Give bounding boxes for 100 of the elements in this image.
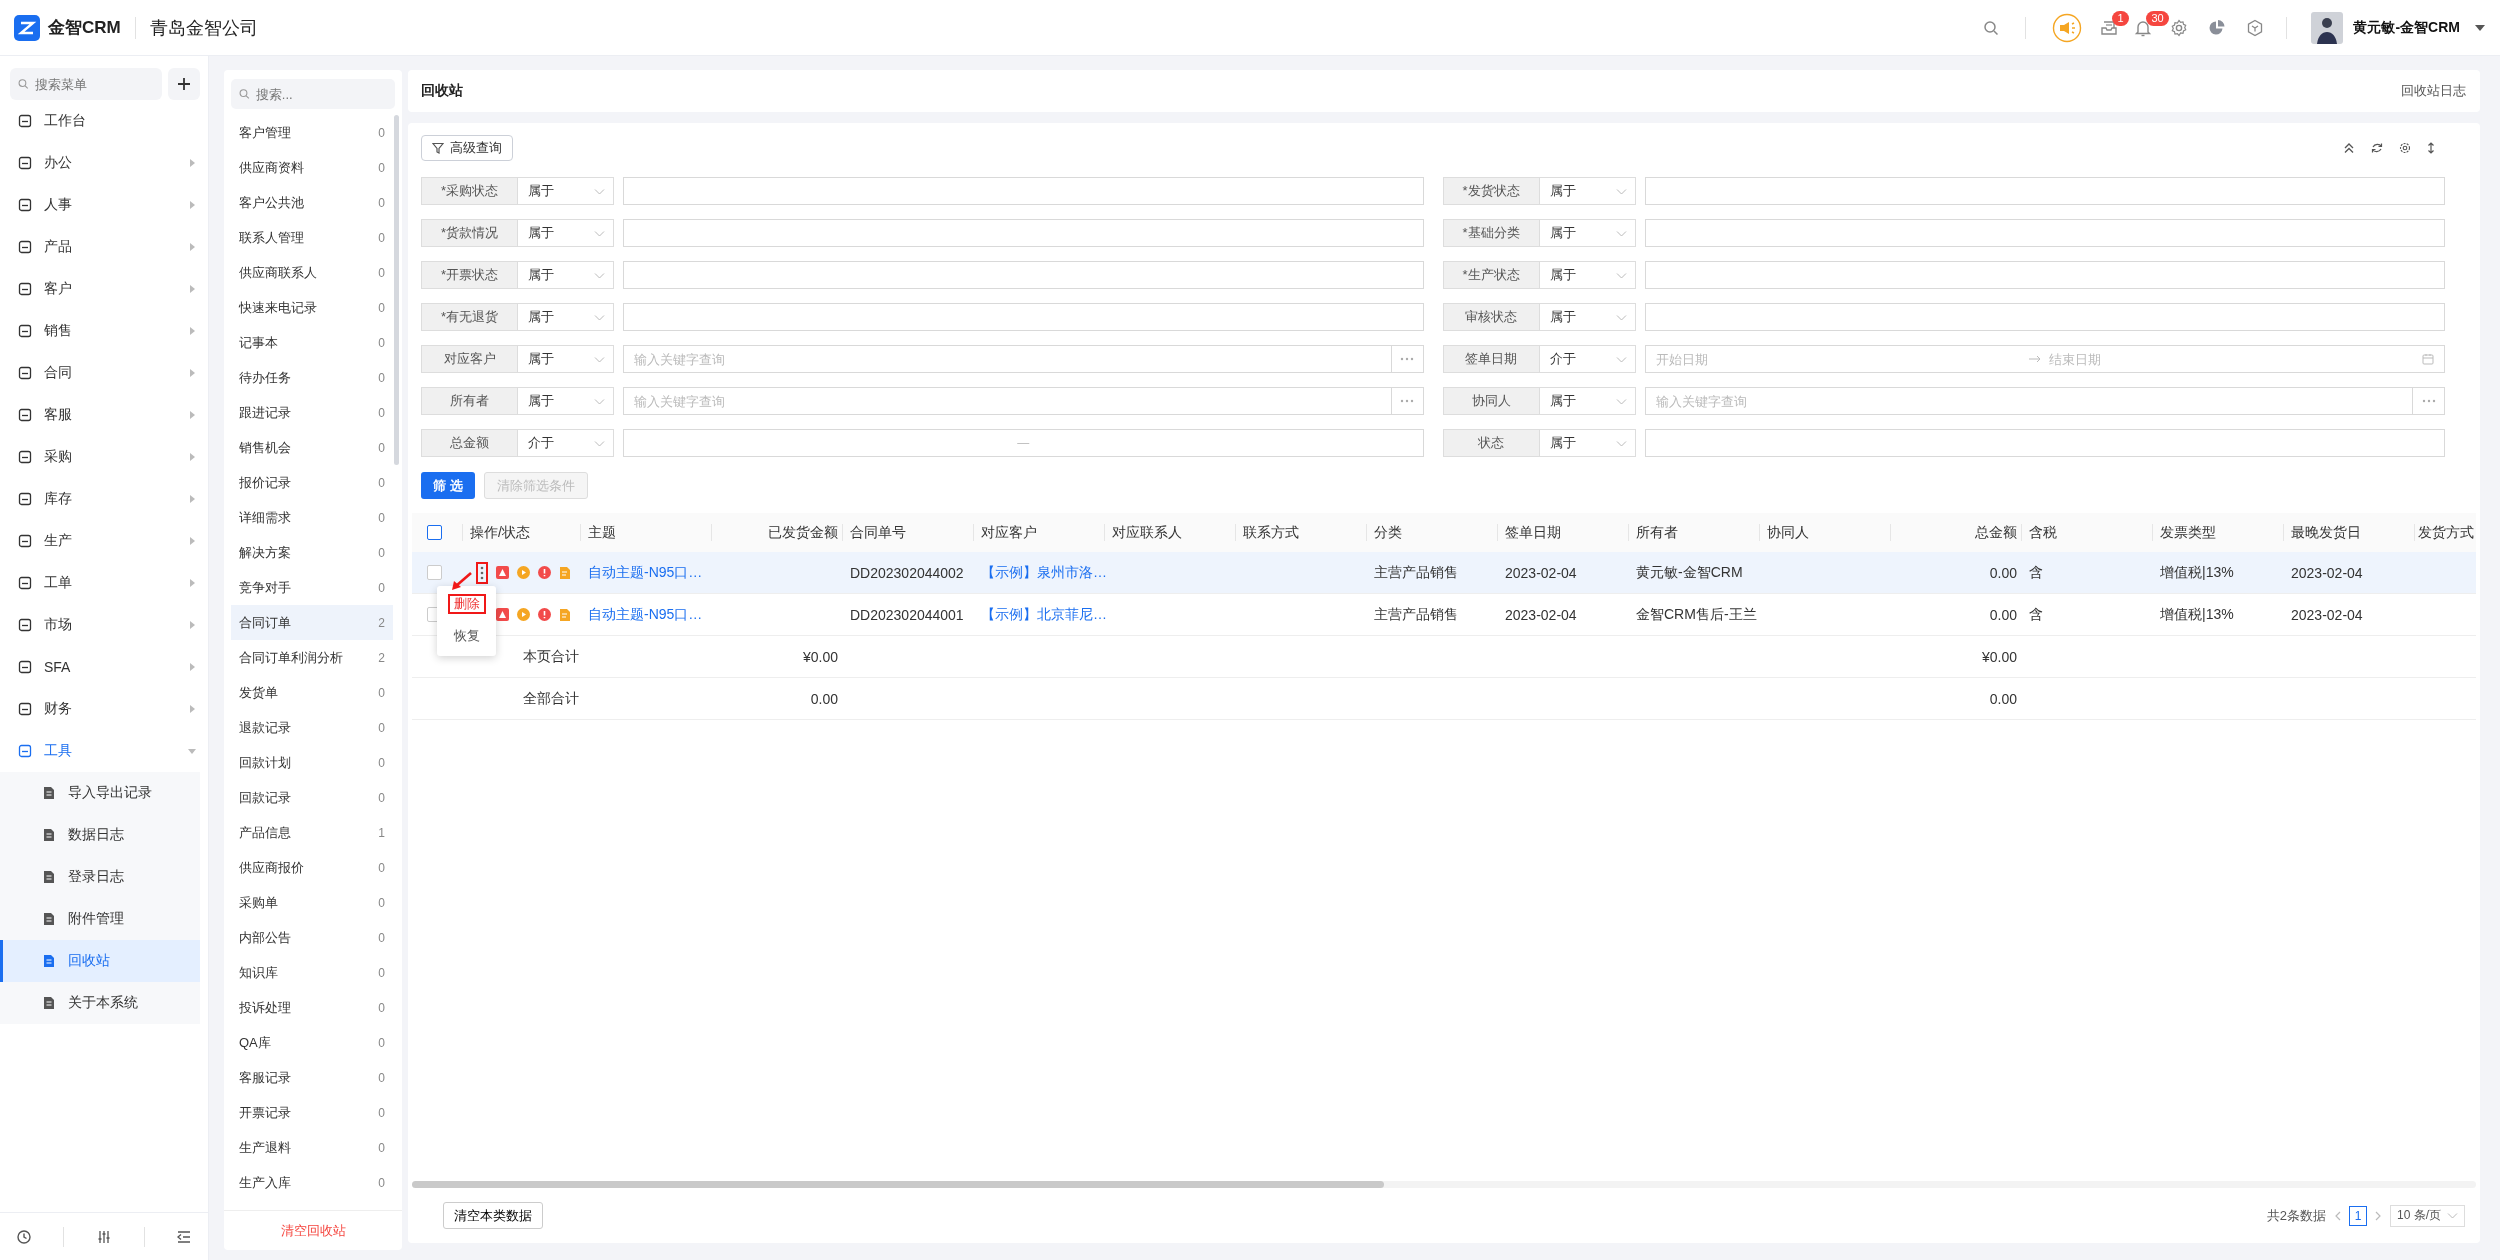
menu-item[interactable]: 工作台 xyxy=(0,100,208,142)
menu-item[interactable]: 回收站 xyxy=(0,940,200,982)
list-item[interactable]: 供应商资料 0 xyxy=(231,150,393,185)
settings-icon[interactable] xyxy=(2399,142,2411,154)
scrollbar[interactable] xyxy=(412,1181,1384,1188)
list-item[interactable]: 快速来电记录 0 xyxy=(231,290,393,325)
column-header[interactable]: 签单日期 xyxy=(1497,513,1628,552)
cube-icon[interactable] xyxy=(2246,18,2265,37)
link[interactable]: 自动主题-N95口… xyxy=(588,563,703,582)
list-item[interactable]: 跟进记录 0 xyxy=(231,395,393,430)
indent-icon[interactable] xyxy=(176,1228,193,1245)
input-field[interactable]: 输入关键字查询 xyxy=(623,345,1392,373)
list-item[interactable]: 开票记录 0 xyxy=(231,1095,393,1130)
column-header[interactable]: 发票类型 xyxy=(2152,513,2283,552)
operator-select[interactable]: 属于 xyxy=(518,261,614,289)
advanced-query-button[interactable]: 高级查询 xyxy=(421,135,513,161)
input-field[interactable] xyxy=(1644,219,2445,247)
operator-select[interactable]: 属于 xyxy=(1539,261,1636,289)
avatar[interactable] xyxy=(2311,11,2344,44)
operator-select[interactable]: 属于 xyxy=(1539,429,1636,457)
list-item[interactable]: 合同订单利润分析 2 xyxy=(231,640,393,675)
input-field[interactable] xyxy=(1644,429,2445,457)
operator-select[interactable]: 属于 xyxy=(518,177,614,205)
checkbox[interactable] xyxy=(427,525,442,540)
menu-item[interactable]: 库存 xyxy=(0,478,208,520)
link[interactable]: 自动主题-N95口… xyxy=(588,605,703,624)
list-item[interactable]: 竞争对手 0 xyxy=(231,570,393,605)
list-item[interactable]: 联系人管理 0 xyxy=(231,220,393,255)
list-item[interactable]: 供应商联系人 0 xyxy=(231,255,393,290)
link[interactable]: 【示例】泉州市洛… xyxy=(981,563,1107,582)
operator-select[interactable]: 属于 xyxy=(518,303,614,331)
column-header[interactable]: 操作/状态 xyxy=(462,513,580,552)
column-header[interactable]: 联系方式 xyxy=(1235,513,1366,552)
menu-item[interactable]: 生产 xyxy=(0,520,208,562)
column-header[interactable]: 主题 xyxy=(580,513,711,552)
chevron-left-icon[interactable] xyxy=(2334,1210,2341,1221)
operator-select[interactable]: 介于 xyxy=(518,429,614,457)
list-item[interactable]: 供应商报价 0 xyxy=(231,850,393,885)
input-field[interactable] xyxy=(623,303,1424,331)
list-item[interactable]: 投诉处理 0 xyxy=(231,990,393,1025)
column-header[interactable]: 协同人 xyxy=(1759,513,1890,552)
menu-item[interactable]: 产品 xyxy=(0,226,208,268)
list-item[interactable]: 报价记录 0 xyxy=(231,465,393,500)
operator-select[interactable]: 属于 xyxy=(518,345,614,373)
menu-item[interactable]: 客服 xyxy=(0,394,208,436)
list-item[interactable]: 采购单 0 xyxy=(231,885,393,920)
menu-item[interactable]: 删除 xyxy=(447,594,486,614)
list-item[interactable]: QA库 0 xyxy=(231,1025,393,1060)
list-item[interactable]: 知识库 0 xyxy=(231,955,393,990)
user-name[interactable]: 黄元敏-金智CRM xyxy=(2353,18,2460,37)
column-header[interactable]: 含税 xyxy=(2021,513,2152,552)
column-header[interactable]: 已发货金额 xyxy=(711,513,842,552)
clear-recycle-bin-button[interactable]: 清空回收站 xyxy=(274,1220,352,1241)
inbox-icon[interactable] xyxy=(2100,18,2119,37)
menu-item[interactable]: 导入导出记录 xyxy=(0,772,200,814)
list-item[interactable]: 待办任务 0 xyxy=(231,360,393,395)
scrollbar[interactable] xyxy=(394,115,399,465)
input-field[interactable] xyxy=(623,177,1424,205)
list-item[interactable]: 客服记录 0 xyxy=(231,1060,393,1095)
menu-item[interactable]: 恢复 xyxy=(449,622,484,650)
pie-chart-icon[interactable] xyxy=(2208,18,2227,37)
list-item[interactable]: 详细需求 0 xyxy=(231,500,393,535)
menu-item[interactable]: 办公 xyxy=(0,142,208,184)
column-header[interactable]: 总金额 xyxy=(1890,513,2021,552)
list-item[interactable]: 产品信息 1 xyxy=(231,815,393,850)
bell-icon[interactable] xyxy=(2134,18,2153,37)
operator-select[interactable]: 属于 xyxy=(1539,303,1636,331)
column-header[interactable]: 分类 xyxy=(1366,513,1497,552)
search-input[interactable]: 搜索... xyxy=(253,85,387,103)
column-header[interactable]: 合同单号 xyxy=(842,513,973,552)
list-item[interactable]: 合同订单 2 xyxy=(231,605,393,640)
menu-item[interactable]: 合同 xyxy=(0,352,208,394)
menu-item[interactable]: 市场 xyxy=(0,604,208,646)
menu-item[interactable]: 数据日志 xyxy=(0,814,200,856)
operator-select[interactable]: 属于 xyxy=(518,387,614,415)
column-header[interactable]: 所有者 xyxy=(1628,513,1759,552)
log-link[interactable]: 回收站日志 xyxy=(2401,82,2466,100)
menu-item[interactable]: 登录日志 xyxy=(0,856,200,898)
collapse-icon[interactable] xyxy=(2343,142,2355,154)
clear-data-button[interactable]: 清空本类数据 xyxy=(443,1202,543,1229)
search-field[interactable]: 搜索... xyxy=(231,79,395,109)
list-item[interactable]: 回款记录 0 xyxy=(231,780,393,815)
menu-item[interactable]: 人事 xyxy=(0,184,208,226)
operator-select[interactable]: 属于 xyxy=(1539,177,1636,205)
search-field[interactable]: 搜索菜单 xyxy=(10,68,162,100)
more-button[interactable] xyxy=(476,561,488,584)
megaphone-icon[interactable] xyxy=(2052,12,2083,43)
menu-item[interactable]: 附件管理 xyxy=(0,898,200,940)
chevron-right-icon[interactable] xyxy=(2375,1210,2382,1221)
checkbox[interactable] xyxy=(427,565,442,580)
operator-select[interactable]: 属于 xyxy=(518,219,614,247)
input-field[interactable] xyxy=(1644,261,2445,289)
input-field[interactable] xyxy=(623,261,1424,289)
list-item[interactable]: 内部公告 0 xyxy=(231,920,393,955)
list-item[interactable]: 回款计划 0 xyxy=(231,745,393,780)
menu-item[interactable]: 销售 xyxy=(0,310,208,352)
list-item[interactable]: 客户公共池 0 xyxy=(231,185,393,220)
list-item[interactable]: 客户管理 0 xyxy=(231,115,393,150)
list-item[interactable]: 销售机会 0 xyxy=(231,430,393,465)
date-range-field[interactable]: 开始日期 结束日期 xyxy=(1644,345,2445,373)
